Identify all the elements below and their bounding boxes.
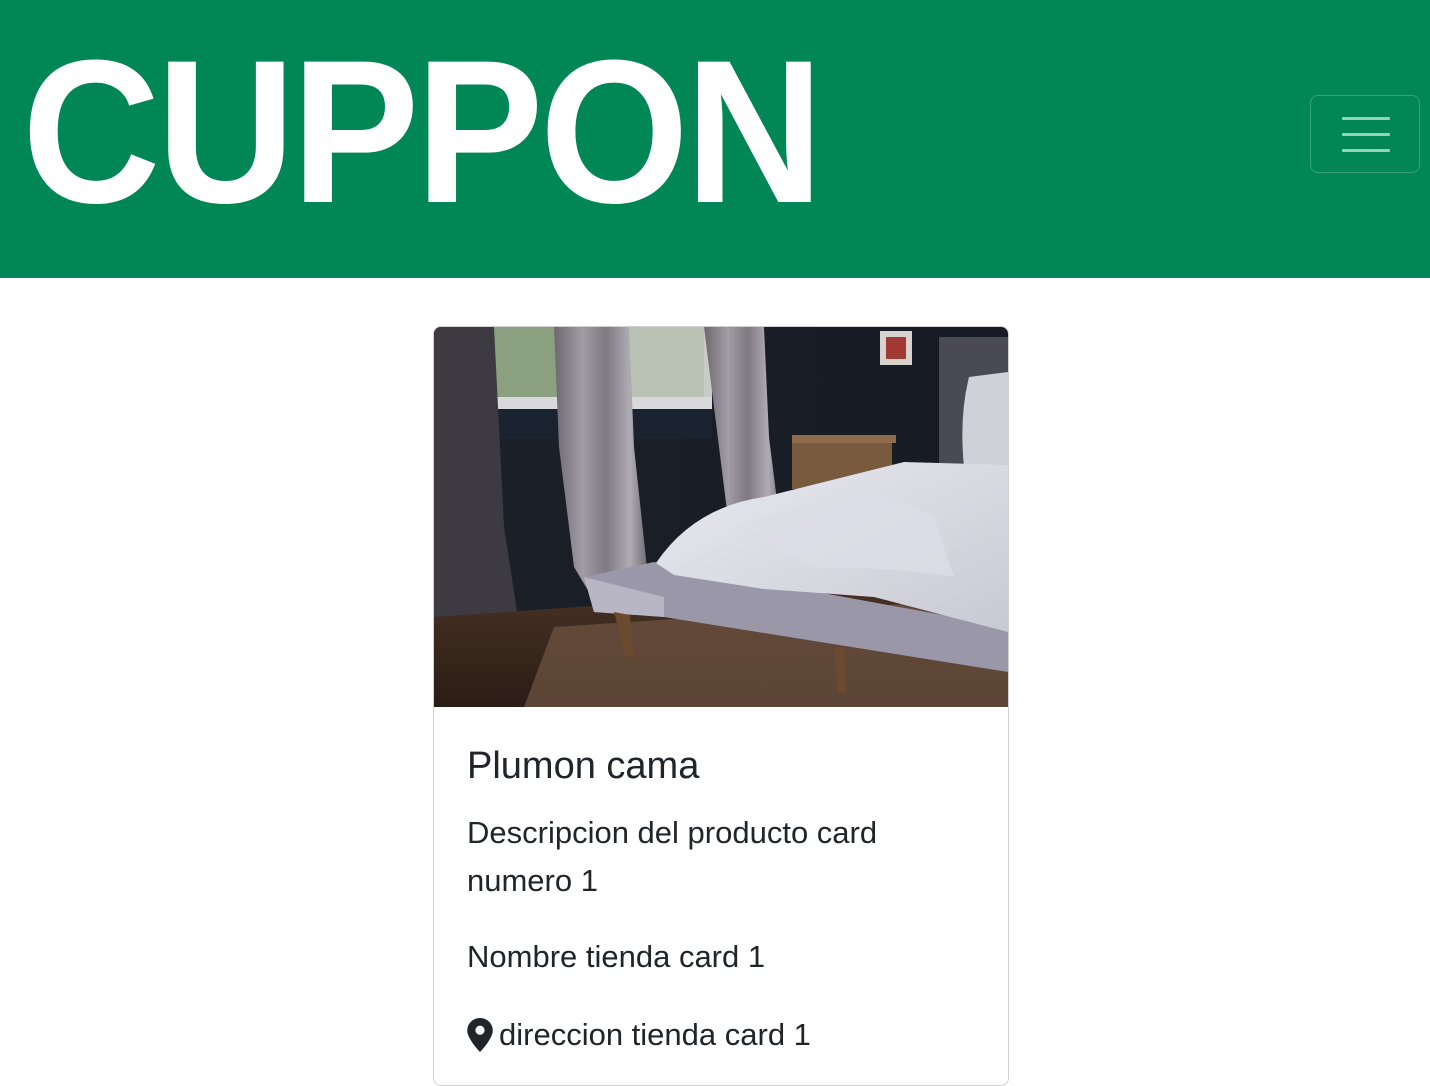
navbar: CUPPON xyxy=(0,0,1430,278)
brand-logo[interactable]: CUPPON xyxy=(22,30,824,234)
hamburger-menu-icon xyxy=(1342,117,1390,120)
hamburger-menu-icon xyxy=(1342,133,1390,136)
product-card: Plumon cama Descripcion del producto car… xyxy=(433,326,1009,1086)
product-image xyxy=(434,327,1008,707)
hamburger-menu-icon xyxy=(1342,149,1390,152)
store-name: Nombre tienda card 1 xyxy=(467,939,766,974)
store-address-text: direccion tienda card 1 xyxy=(499,1017,811,1052)
card-title: Plumon cama xyxy=(467,745,700,787)
navbar-toggler-button[interactable] xyxy=(1310,95,1420,173)
card-description: Descripcion del producto card numero 1 xyxy=(467,815,878,898)
store-address: direccion tienda card 1 xyxy=(467,1015,811,1055)
map-pin-icon xyxy=(467,1018,493,1052)
